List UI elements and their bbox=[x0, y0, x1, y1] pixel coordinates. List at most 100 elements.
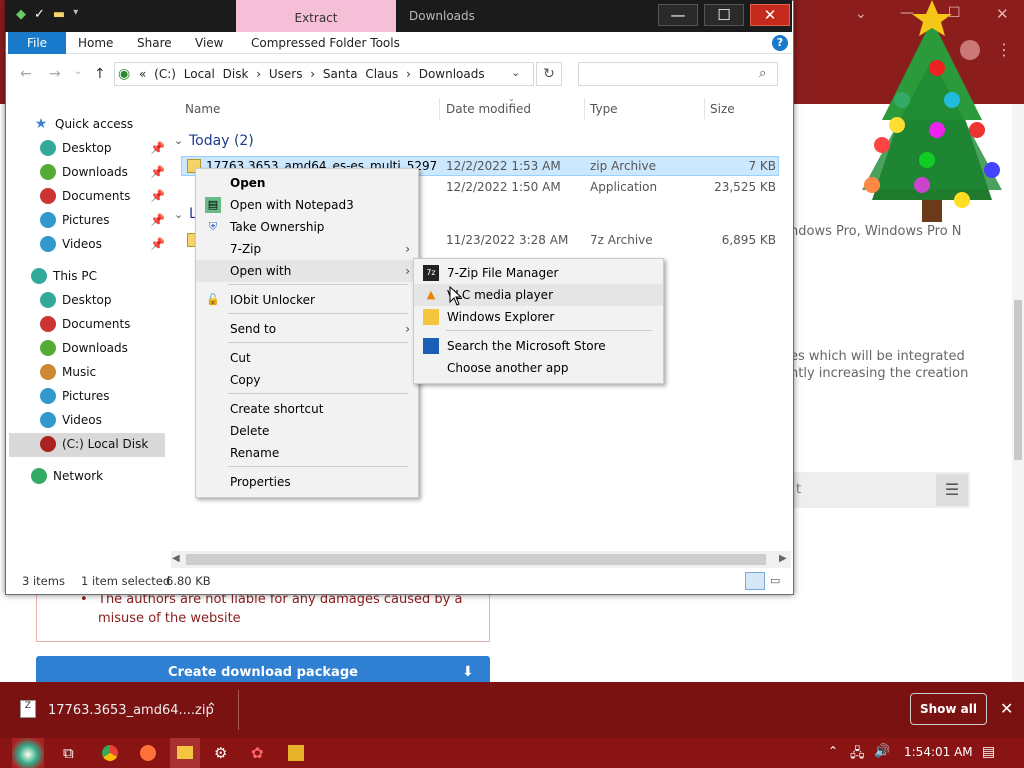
scroll-right-arrow-icon[interactable]: ▶ bbox=[779, 553, 787, 564]
tab-share[interactable]: Share bbox=[137, 36, 172, 50]
nav-this-pc[interactable]: This PC bbox=[31, 265, 97, 287]
notifications-icon[interactable]: ▤ bbox=[982, 744, 995, 760]
details-view-icon[interactable] bbox=[745, 572, 765, 590]
column-name[interactable]: Name bbox=[185, 102, 220, 116]
pin-icon[interactable]: 📌 bbox=[150, 189, 165, 203]
recent-locations-chevron-icon[interactable]: ⌄ bbox=[74, 66, 82, 77]
menu-item-create-shortcut[interactable]: Create shortcut bbox=[196, 398, 418, 420]
column-divider[interactable] bbox=[584, 98, 585, 120]
nav-quick-access[interactable]: ★ Quick access bbox=[33, 113, 133, 135]
group-today[interactable]: Today (2) bbox=[189, 133, 254, 149]
firefox-icon[interactable] bbox=[140, 745, 156, 761]
refresh-button[interactable]: ↻ bbox=[536, 62, 562, 86]
menu-item-properties[interactable]: Properties bbox=[196, 471, 418, 493]
show-all-button[interactable]: Show all bbox=[910, 693, 987, 725]
menu-item-delete[interactable]: Delete bbox=[196, 420, 418, 442]
clock[interactable]: 1:54:01 AM bbox=[904, 745, 973, 759]
nav-qa-pictures[interactable]: Pictures bbox=[40, 209, 110, 231]
menu-item-choose-another-app[interactable]: Choose another app bbox=[414, 357, 663, 379]
menu-label: Open bbox=[230, 176, 266, 190]
computer-icon bbox=[31, 268, 47, 284]
menu-item-iobit-unlocker[interactable]: 🔓 IObit Unlocker bbox=[196, 289, 418, 311]
nav-pc-videos[interactable]: Videos bbox=[40, 409, 102, 431]
breadcrumb[interactable]: « (C:) Local Disk › Users › Santa Claus … bbox=[139, 67, 485, 81]
pin-icon[interactable]: 📌 bbox=[150, 165, 165, 179]
tab-home[interactable]: Home bbox=[78, 36, 113, 50]
page-scroll-thumb[interactable] bbox=[1014, 300, 1022, 460]
menu-item-rename[interactable]: Rename bbox=[196, 442, 418, 464]
new-folder-icon[interactable]: ▬ bbox=[53, 7, 65, 25]
submenu-arrow-icon: › bbox=[405, 242, 410, 256]
column-divider[interactable] bbox=[439, 98, 440, 120]
column-type[interactable]: Type bbox=[590, 102, 618, 116]
nav-qa-documents[interactable]: Documents bbox=[40, 185, 130, 207]
column-divider[interactable] bbox=[704, 98, 705, 120]
customize-qat-icon[interactable]: ▾ bbox=[73, 7, 78, 25]
pin-icon[interactable]: 📌 bbox=[150, 141, 165, 155]
file-size: 23,525 KB bbox=[714, 180, 776, 194]
task-view-icon[interactable]: ⧉ bbox=[63, 744, 74, 762]
nav-pc-downloads[interactable]: Downloads bbox=[40, 337, 128, 359]
menu-item-7zip[interactable]: 7-Zip › bbox=[196, 238, 418, 260]
menu-item-take-ownership[interactable]: ⛨ Take Ownership bbox=[196, 216, 418, 238]
nav-pc-local-disk[interactable]: (C:) Local Disk bbox=[40, 433, 148, 455]
list-icon[interactable]: ☰ bbox=[936, 474, 968, 506]
group-collapse-chevron-icon[interactable]: ⌄ bbox=[174, 134, 183, 147]
menu-item-cut[interactable]: Cut bbox=[196, 347, 418, 369]
menu-item-send-to[interactable]: Send to › bbox=[196, 318, 418, 340]
tab-extract[interactable]: Extract bbox=[236, 0, 396, 32]
menu-item-open-with[interactable]: Open with › bbox=[196, 260, 418, 282]
app-icon[interactable]: ✿ bbox=[251, 744, 264, 762]
explorer-app-icon[interactable]: ◆ bbox=[16, 7, 26, 25]
minimize-button[interactable]: — bbox=[658, 4, 698, 26]
close-downloads-bar-button[interactable]: ✕ bbox=[1000, 699, 1013, 718]
help-icon[interactable]: ? bbox=[772, 35, 788, 51]
nav-pc-desktop[interactable]: Desktop bbox=[40, 289, 112, 311]
nav-qa-videos[interactable]: Videos bbox=[40, 233, 102, 255]
chevron-up-icon[interactable]: ⌃ bbox=[206, 701, 217, 716]
large-icons-view-icon[interactable]: ▭ bbox=[770, 574, 780, 587]
network-icon[interactable]: 🖧 bbox=[850, 744, 865, 766]
group-collapse-chevron-icon[interactable]: ⌄ bbox=[174, 208, 183, 221]
menu-item-open-with-notepad3[interactable]: ▤ Open with Notepad3 bbox=[196, 194, 418, 216]
download-item-name[interactable]: 17763.3653_amd64....zip bbox=[48, 703, 214, 718]
forward-arrow-icon[interactable]: → bbox=[49, 66, 61, 82]
maximize-button[interactable]: ☐ bbox=[704, 4, 744, 26]
search-input[interactable] bbox=[578, 62, 778, 86]
nav-qa-desktop[interactable]: Desktop bbox=[40, 137, 112, 159]
menu-item-open[interactable]: Open bbox=[196, 172, 418, 194]
start-button[interactable] bbox=[12, 738, 44, 768]
column-size[interactable]: Size bbox=[710, 102, 735, 116]
back-arrow-icon[interactable]: ← bbox=[20, 66, 32, 82]
close-button[interactable]: ✕ bbox=[750, 4, 790, 26]
menu-separator bbox=[446, 330, 652, 331]
search-icon[interactable]: ⌕ bbox=[759, 66, 766, 81]
menu-separator bbox=[228, 393, 408, 394]
nav-pc-pictures[interactable]: Pictures bbox=[40, 385, 110, 407]
nav-qa-downloads[interactable]: Downloads bbox=[40, 161, 128, 183]
menu-item-copy[interactable]: Copy bbox=[196, 369, 418, 391]
tab-compressed-folder-tools[interactable]: Compressed Folder Tools bbox=[251, 36, 400, 50]
pin-icon[interactable]: 📌 bbox=[150, 237, 165, 251]
menu-item-windows-explorer[interactable]: Windows Explorer bbox=[414, 306, 663, 328]
nav-network[interactable]: Network bbox=[31, 465, 103, 487]
settings-gear-icon[interactable]: ⚙ bbox=[214, 744, 227, 762]
properties-icon[interactable]: ✓ bbox=[34, 7, 45, 25]
tab-file[interactable]: File bbox=[8, 32, 66, 54]
paint-icon[interactable] bbox=[288, 745, 304, 761]
tab-view[interactable]: View bbox=[195, 36, 223, 50]
menu-item-7zip-file-manager[interactable]: 7z 7-Zip File Manager bbox=[414, 262, 663, 284]
show-hidden-icons-chevron-icon[interactable]: ⌃ bbox=[828, 744, 838, 758]
menu-item-search-store[interactable]: Search the Microsoft Store bbox=[414, 335, 663, 357]
volume-icon[interactable]: 🔊 bbox=[874, 744, 890, 759]
column-date-modified[interactable]: Date modified bbox=[446, 102, 531, 116]
nav-pc-music[interactable]: Music bbox=[40, 361, 96, 383]
address-dropdown-icon[interactable]: ⌄ bbox=[511, 66, 520, 79]
up-arrow-icon[interactable]: ↑ bbox=[94, 66, 106, 82]
horizontal-scroll-thumb[interactable] bbox=[186, 554, 766, 565]
menu-label: Choose another app bbox=[447, 361, 569, 375]
pin-icon[interactable]: 📌 bbox=[150, 213, 165, 227]
nav-pc-documents[interactable]: Documents bbox=[40, 313, 130, 335]
scroll-left-arrow-icon[interactable]: ◀ bbox=[172, 553, 180, 564]
chrome-icon[interactable] bbox=[102, 745, 118, 761]
